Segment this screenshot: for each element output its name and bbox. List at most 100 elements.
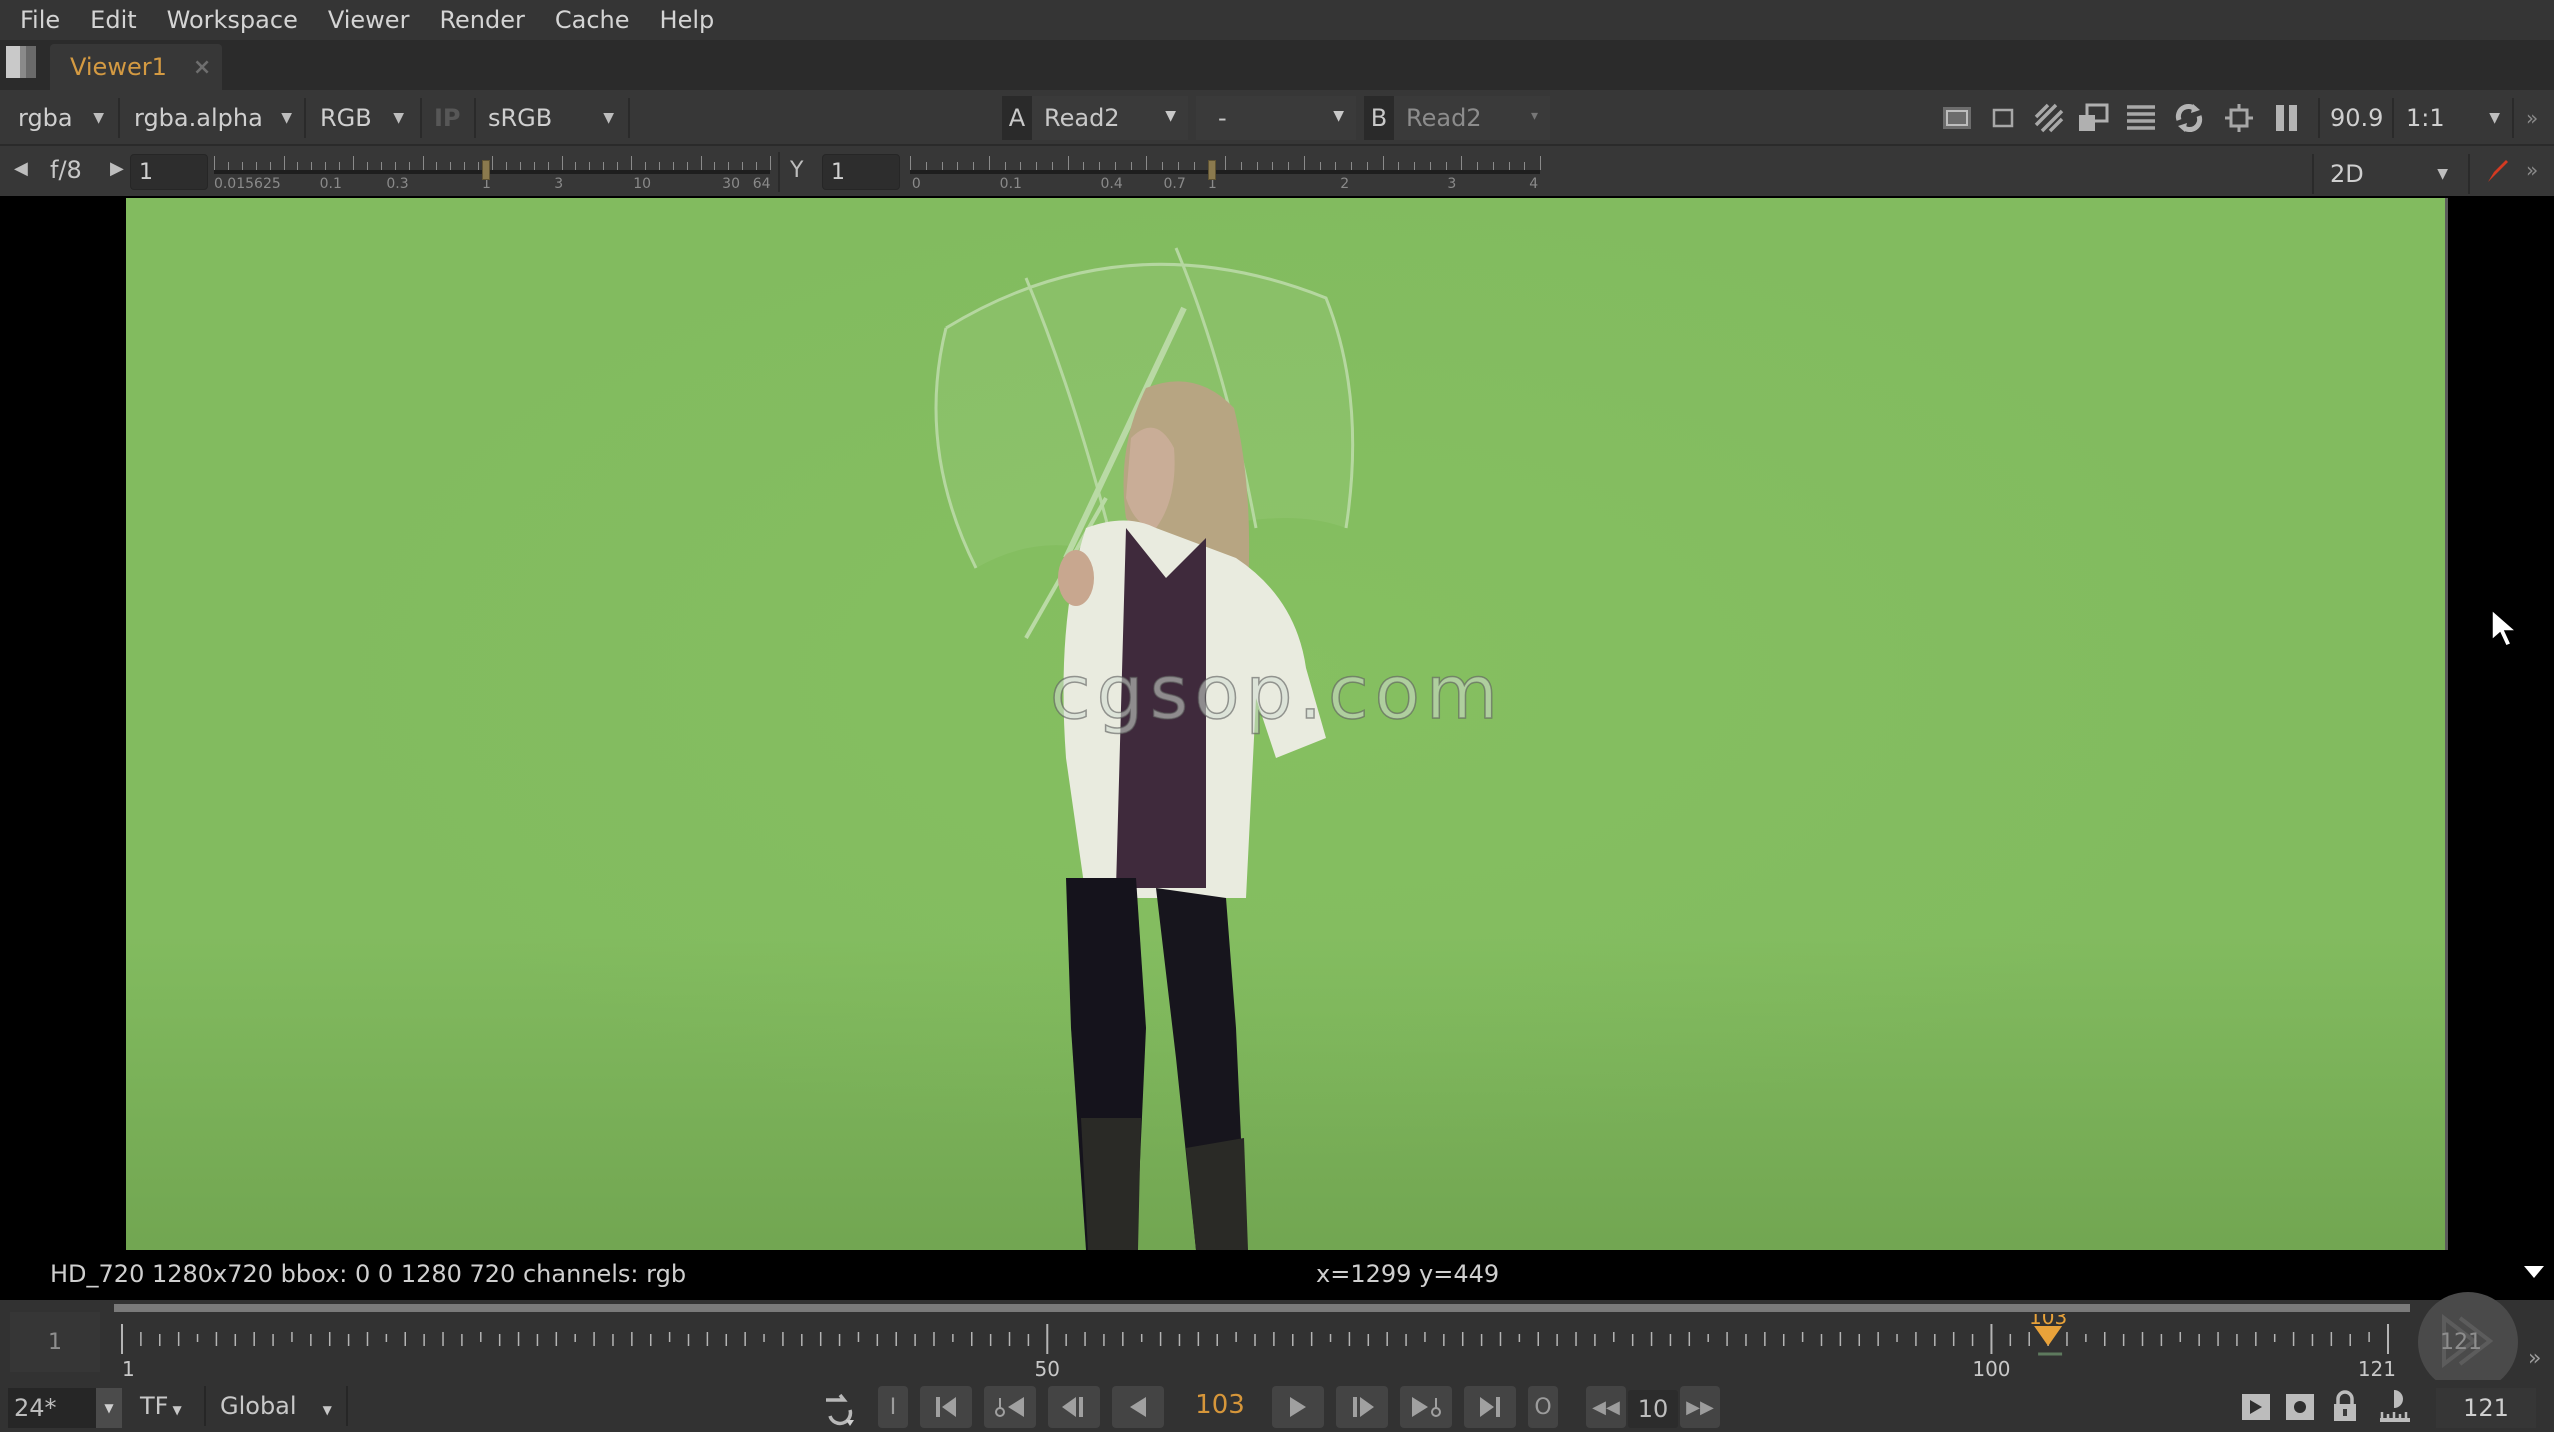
- slider-tick: [957, 162, 959, 170]
- tab-viewer1[interactable]: Viewer1 ×: [50, 44, 222, 90]
- slider-tick: [1256, 162, 1258, 170]
- slider-tick: [728, 162, 730, 170]
- input-b-letter: B: [1364, 96, 1394, 140]
- zoom-level-value: 1:1: [2406, 104, 2445, 132]
- next-increment-button[interactable]: [1336, 1386, 1388, 1428]
- decrease-increment-button[interactable]: ◀◀: [1586, 1386, 1626, 1428]
- slider-tick: [910, 156, 911, 170]
- menu-edit[interactable]: Edit: [90, 6, 136, 34]
- wipe-icon[interactable]: [2076, 102, 2110, 134]
- loop-mode-icon[interactable]: [820, 1390, 856, 1432]
- set-out-point-button[interactable]: O: [1528, 1386, 1558, 1428]
- zoom-level-dropdown[interactable]: 1:1 ▼: [2406, 100, 2506, 136]
- slider-tick: [505, 162, 507, 170]
- gain-slider[interactable]: 0.015625 0.1 0.3 1 3 10 30 64: [214, 152, 771, 194]
- pause-icon[interactable]: [2270, 102, 2304, 134]
- slider-track[interactable]: [214, 170, 770, 174]
- timeline-ruler[interactable]: 1 50 100 121103: [114, 1314, 2410, 1380]
- input-b-dropdown[interactable]: B Read2 ▾: [1364, 96, 1550, 140]
- slider-tick: [241, 162, 243, 170]
- range-mode-dropdown[interactable]: Global ▼: [220, 1392, 332, 1420]
- slider-tick-label: 4: [1529, 176, 1539, 192]
- view-mode-dropdown[interactable]: 2D ▼: [2330, 156, 2454, 192]
- lut-dropdown[interactable]: sRGB ▼: [488, 100, 620, 136]
- composite-mode-dropdown[interactable]: - ▼: [1196, 96, 1356, 140]
- play-backward-button[interactable]: [1112, 1386, 1164, 1428]
- slider-tick: [1004, 162, 1006, 170]
- current-frame-field[interactable]: 103: [1180, 1390, 1260, 1420]
- gamma-slider[interactable]: 0 0.1 0.4 0.7 1 2 3 4: [910, 152, 1541, 194]
- slider-track[interactable]: [910, 170, 1540, 174]
- slider-tick: [1083, 162, 1085, 170]
- slider-tick: [1020, 162, 1022, 170]
- fstop-increase-icon[interactable]: ▶: [110, 158, 124, 179]
- increase-increment-button[interactable]: ▶▶: [1680, 1386, 1720, 1428]
- divider: [2318, 98, 2320, 138]
- menu-cache[interactable]: Cache: [555, 6, 630, 34]
- in-point-label: I: [889, 1394, 897, 1420]
- slider-tick: [464, 162, 466, 170]
- expand-timeline-icon[interactable]: »: [2528, 1346, 2541, 1371]
- lock-icon[interactable]: [2332, 1390, 2358, 1428]
- input-a-dropdown[interactable]: A Read2 ▼: [1002, 96, 1188, 140]
- end-frame-button[interactable]: 121: [2412, 1292, 2522, 1392]
- skip-to-end-icon: [1480, 1397, 1500, 1417]
- divider: [304, 98, 306, 138]
- timeline-range-bar[interactable]: [114, 1304, 2410, 1312]
- stripes-icon[interactable]: [2032, 102, 2066, 134]
- input-process-toggle[interactable]: IP: [434, 100, 474, 136]
- slider-handle[interactable]: [1208, 160, 1217, 180]
- status-menu-icon[interactable]: [2524, 1266, 2544, 1278]
- slider-tick: [283, 156, 285, 170]
- end-frame-field[interactable]: 121: [2436, 1388, 2536, 1428]
- fps-field[interactable]: 24*: [8, 1388, 108, 1428]
- target-icon[interactable]: [2222, 102, 2256, 134]
- display-channels-dropdown[interactable]: RGB ▼: [320, 100, 410, 136]
- slider-tick: [1461, 156, 1463, 170]
- play-icon: [1290, 1397, 1306, 1417]
- expand-toolbar-icon[interactable]: »: [2526, 100, 2550, 136]
- gain-input[interactable]: 1: [130, 154, 208, 190]
- expand-toolbar-icon[interactable]: »: [2526, 152, 2550, 188]
- pane-menu-icon[interactable]: [6, 46, 36, 78]
- record-icon[interactable]: [2286, 1394, 2314, 1420]
- rect-icon[interactable]: [1986, 102, 2020, 134]
- slider-tick: [436, 162, 438, 170]
- previous-keyframe-button[interactable]: [984, 1386, 1036, 1428]
- slider-tick: [214, 156, 215, 170]
- lines-icon[interactable]: [2124, 102, 2158, 134]
- menu-help[interactable]: Help: [660, 6, 715, 34]
- channels-dropdown[interactable]: rgba ▼: [18, 100, 110, 136]
- last-frame-button[interactable]: [1464, 1386, 1516, 1428]
- timeline-ruler-icon[interactable]: [2378, 1388, 2412, 1430]
- watermark-text: cgsop.com: [1050, 650, 1504, 736]
- flipbook-icon[interactable]: [2242, 1394, 2270, 1420]
- menu-render[interactable]: Render: [439, 6, 524, 34]
- roi-icon[interactable]: [1940, 102, 1974, 134]
- next-keyframe-button[interactable]: [1400, 1386, 1452, 1428]
- fstop-decrease-icon[interactable]: ◀: [14, 158, 28, 179]
- previous-increment-button[interactable]: [1048, 1386, 1100, 1428]
- first-frame-button[interactable]: [920, 1386, 972, 1428]
- slider-tick: [297, 162, 299, 170]
- time-format-dropdown[interactable]: TF ▼: [140, 1392, 182, 1420]
- zoom-percent-field[interactable]: 90.9: [2330, 100, 2390, 136]
- menu-workspace[interactable]: Workspace: [167, 6, 298, 34]
- start-frame-field[interactable]: 1: [10, 1312, 100, 1372]
- set-in-point-button[interactable]: I: [878, 1386, 908, 1428]
- viewer-canvas[interactable]: cgsop.com: [0, 196, 2554, 1252]
- play-forward-button[interactable]: [1272, 1386, 1324, 1428]
- fps-dropdown-icon[interactable]: ▼: [96, 1388, 122, 1428]
- menu-file[interactable]: File: [20, 6, 60, 34]
- frame-increment-field[interactable]: 10: [1628, 1390, 1678, 1428]
- gamma-input[interactable]: 1: [822, 154, 900, 190]
- paint-brush-icon[interactable]: [2484, 158, 2510, 190]
- alpha-channel-dropdown[interactable]: rgba.alpha ▼: [134, 100, 298, 136]
- playhead-marker[interactable]: [2034, 1326, 2063, 1346]
- slider-handle[interactable]: [482, 160, 491, 180]
- image-frame[interactable]: cgsop.com: [126, 198, 2448, 1250]
- close-icon[interactable]: ×: [193, 55, 211, 80]
- menu-viewer[interactable]: Viewer: [328, 6, 410, 34]
- slider-tick: [1303, 156, 1305, 170]
- refresh-icon[interactable]: [2172, 102, 2206, 134]
